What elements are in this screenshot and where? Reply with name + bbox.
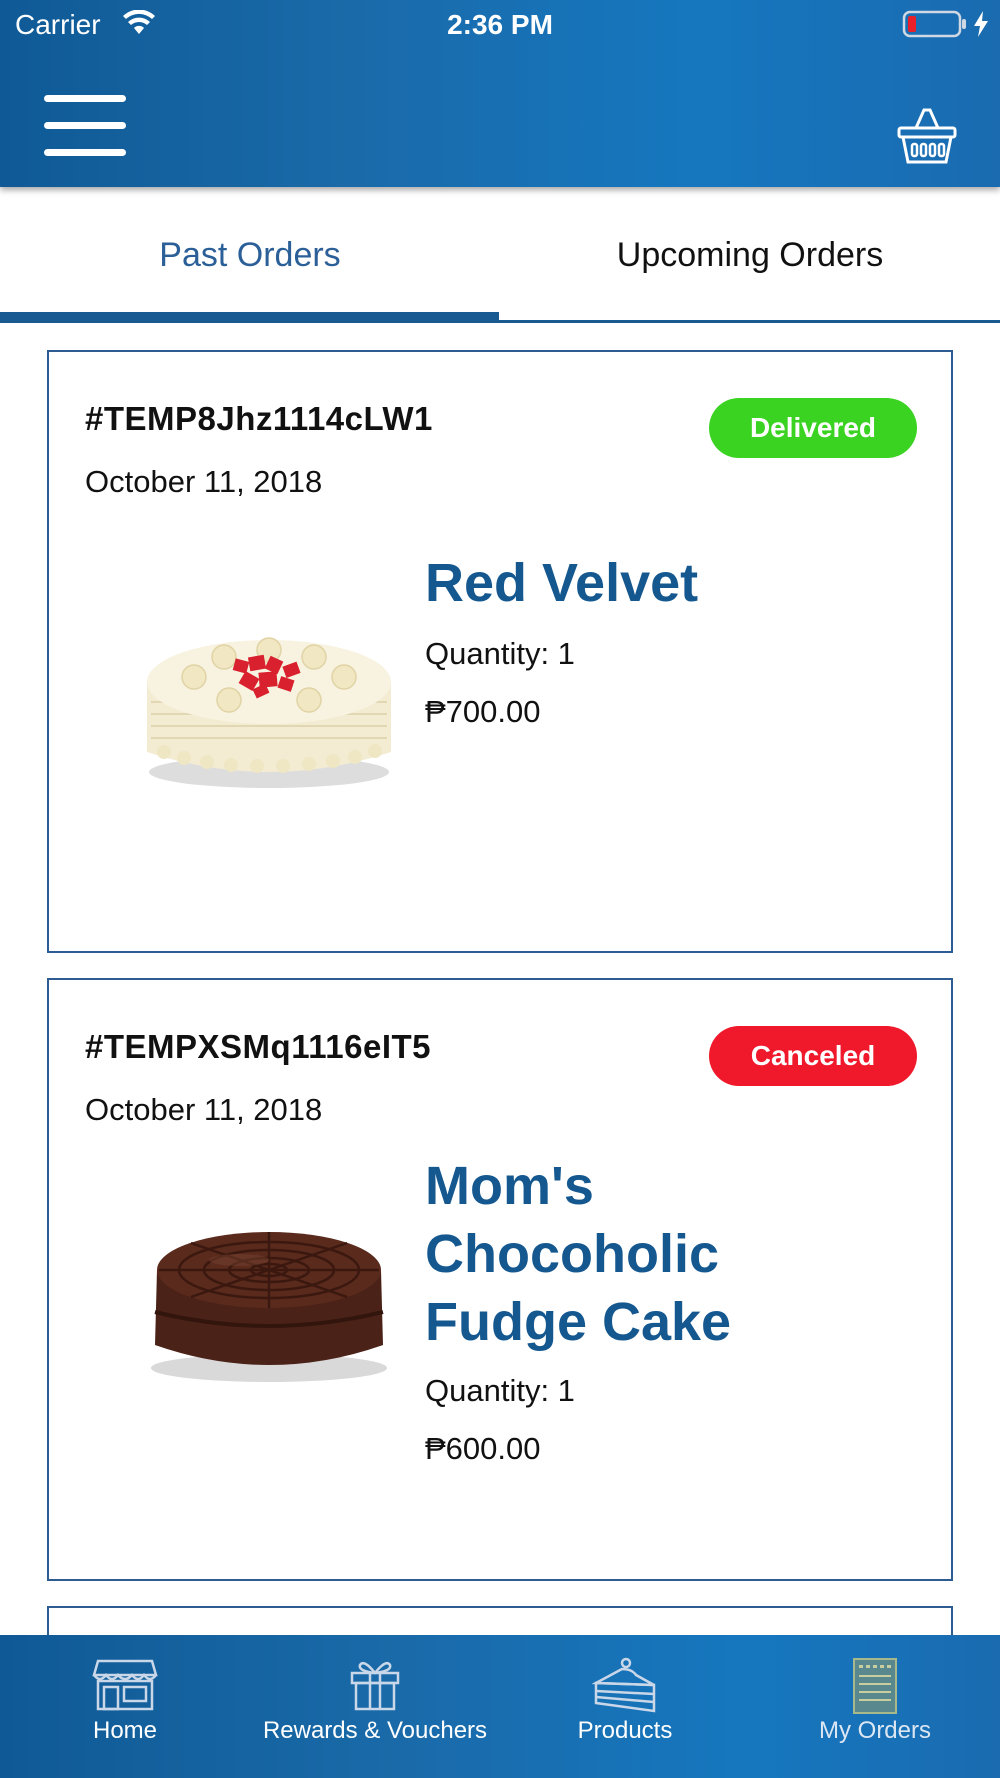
product-name: Mom's Chocoholic Fudge Cake — [425, 1152, 731, 1356]
chocolate-fudge-cake-image — [129, 1200, 409, 1405]
orders-list-icon — [853, 1658, 897, 1714]
charging-bolt-icon — [972, 10, 990, 43]
red-velvet-cake-image — [129, 602, 409, 807]
product-price: ₱600.00 — [425, 1431, 541, 1466]
status-bar: Carrier 2:36 PM — [0, 0, 1000, 50]
orders-tab-bar: Past Orders Upcoming Orders — [0, 187, 1000, 324]
storefront-icon — [92, 1659, 158, 1711]
cake-slice-icon — [592, 1657, 656, 1713]
product-name-line: Chocoholic — [425, 1224, 719, 1284]
gift-icon — [350, 1662, 400, 1711]
battery-icon — [902, 10, 968, 43]
nav-products[interactable]: Products — [540, 1635, 710, 1778]
nav-rewards-label: Rewards & Vouchers — [262, 1717, 488, 1744]
order-card[interactable]: #TEMP8Jhz1114cLW1 October 11, 2018 Deliv… — [47, 350, 953, 953]
tab-past-orders[interactable]: Past Orders — [0, 187, 500, 324]
status-badge: Canceled — [709, 1026, 917, 1086]
hamburger-menu-icon[interactable] — [44, 95, 126, 157]
order-id: #TEMP8Jhz1114cLW1 — [85, 400, 433, 437]
tab-upcoming-orders[interactable]: Upcoming Orders — [500, 187, 1000, 324]
bottom-navigation: Home Rewards & Vouchers Products My Orde… — [0, 1635, 1000, 1778]
product-name-line: Red Velvet — [425, 553, 699, 613]
product-price: ₱700.00 — [425, 694, 541, 729]
active-tab-indicator — [0, 312, 499, 323]
nav-products-label: Products — [577, 1717, 673, 1744]
order-date: October 11, 2018 — [85, 464, 323, 499]
product-name-line: Mom's — [425, 1156, 594, 1216]
order-date: October 11, 2018 — [85, 1092, 323, 1127]
product-name-line: Fudge Cake — [425, 1292, 732, 1352]
basket-icon[interactable] — [896, 106, 958, 173]
tab-divider-line — [499, 320, 1000, 323]
product-quantity: Quantity: 1 — [425, 1373, 575, 1408]
nav-my-orders[interactable]: My Orders — [790, 1635, 960, 1778]
status-badge: Delivered — [709, 398, 917, 458]
status-time: 2:36 PM — [447, 9, 553, 40]
nav-home-label: Home — [92, 1717, 158, 1744]
order-id: #TEMPXSMq1116eIT5 — [85, 1028, 431, 1065]
product-name: Red Velvet — [425, 549, 698, 617]
product-quantity: Quantity: 1 — [425, 636, 575, 671]
nav-rewards-vouchers[interactable]: Rewards & Vouchers — [250, 1635, 500, 1778]
nav-my-orders-label: My Orders — [818, 1717, 931, 1744]
app-header: Carrier 2:36 PM — [0, 0, 1000, 187]
nav-home[interactable]: Home — [40, 1635, 210, 1778]
order-card[interactable]: #TEMPXSMq1116eIT5 October 11, 2018 Cance… — [47, 978, 953, 1581]
